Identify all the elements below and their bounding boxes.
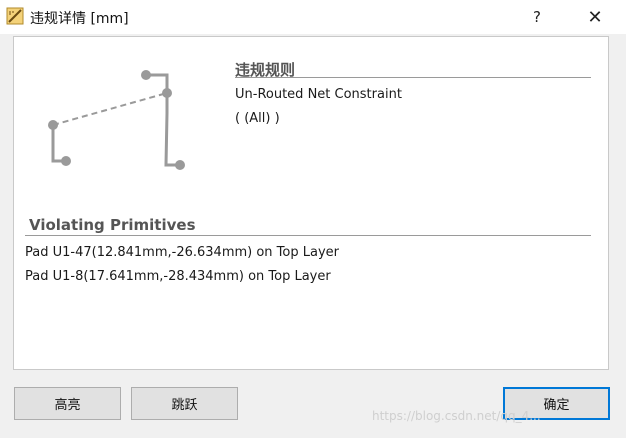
rule-name: Un-Routed Net Constraint [235, 87, 402, 102]
window-title: 违规详情 [mm] [30, 11, 129, 27]
violating-primitive-item[interactable]: Pad U1-47(12.841mm,-26.634mm) on Top Lay… [25, 245, 339, 260]
close-button[interactable]: ✕ [572, 0, 618, 34]
title-bar: 违规详情 [mm] ? ✕ [0, 0, 626, 35]
dialog-client: 违规规则 Un-Routed Net Constraint ( (All) ) … [0, 34, 626, 438]
help-button[interactable]: ? [514, 0, 560, 34]
rule-divider [235, 77, 591, 78]
details-panel: 违规规则 Un-Routed Net Constraint ( (All) ) … [13, 36, 609, 370]
violating-primitives-heading: Violating Primitives [29, 216, 196, 234]
violating-primitive-item[interactable]: Pad U1-8(17.641mm,-28.434mm) on Top Laye… [25, 269, 331, 284]
close-icon: ✕ [587, 6, 603, 28]
rule-scope: ( (All) ) [235, 111, 280, 126]
violations-divider [25, 235, 591, 236]
watermark: https://blog.csdn.net/qq_4... [372, 409, 541, 423]
jump-button[interactable]: 跳跃 [131, 387, 238, 420]
ruler-pencil-icon [6, 7, 24, 25]
highlight-button[interactable]: 高亮 [14, 387, 121, 420]
unrouted-net-diagram-icon [48, 70, 185, 170]
